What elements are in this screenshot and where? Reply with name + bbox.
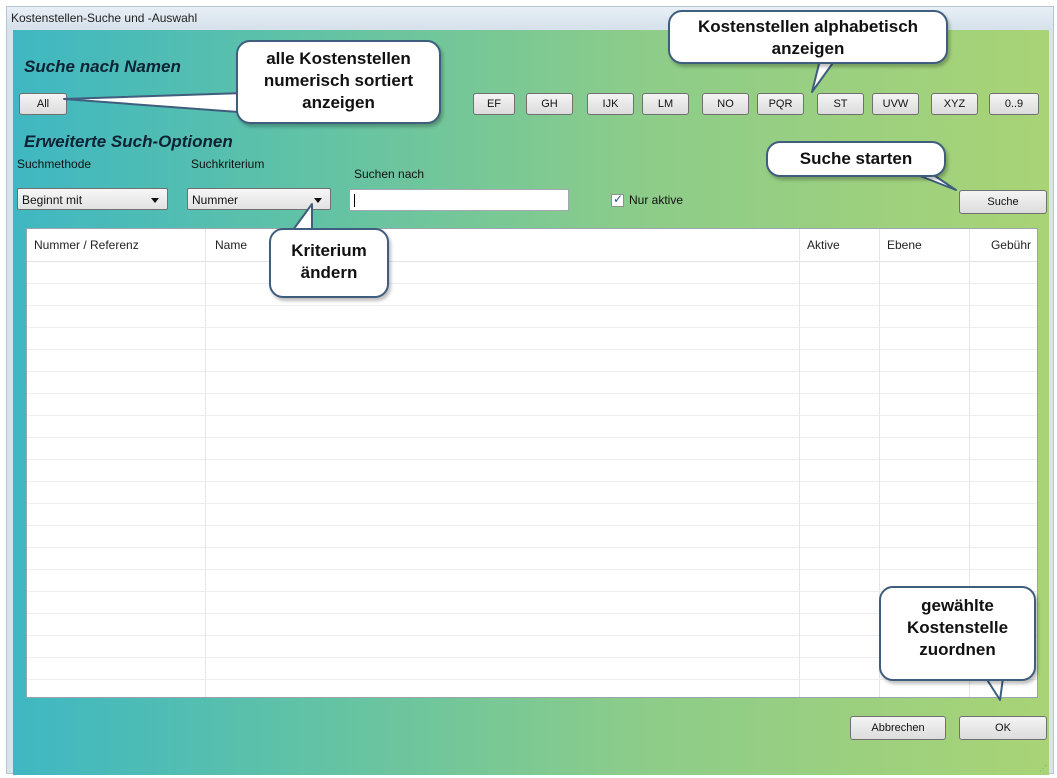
callout-tail-criterion bbox=[292, 203, 313, 231]
callout-all-numeric: alle Kostenstellen numerisch sortiert an… bbox=[236, 40, 441, 124]
callout-tail-alphabetic bbox=[811, 59, 836, 93]
callout-change-criterion: Kriterium ändern bbox=[269, 228, 389, 298]
callout-alphabetic: Kostenstellen alphabetisch anzeigen bbox=[668, 10, 948, 64]
callout-tail-assign bbox=[985, 677, 1004, 701]
callout-start-search: Suche starten bbox=[766, 141, 946, 177]
callout-tail-all bbox=[63, 92, 253, 114]
callout-assign: gewählte Kostenstelle zuordnen bbox=[879, 586, 1036, 681]
